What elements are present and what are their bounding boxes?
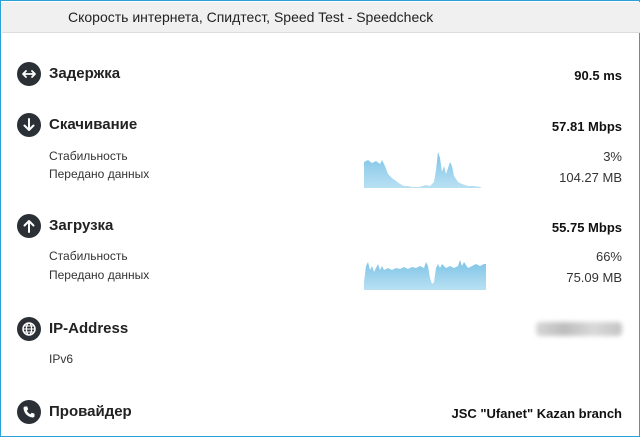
- globe-icon: [17, 317, 41, 341]
- upload-stability-value: 66%: [595, 249, 622, 264]
- provider-value: JSC "Ufanet" Kazan branch: [451, 406, 622, 421]
- download-speed-graph: [364, 152, 482, 188]
- download-transferred-value: 104.27 MB: [559, 170, 622, 185]
- arrow-down-icon: [17, 113, 41, 137]
- window-frame: Скорость интернета, Спидтест, Speed Test…: [0, 0, 640, 437]
- upload-value: 55.75 Mbps: [551, 220, 622, 235]
- download-label: Скачивание: [49, 116, 138, 133]
- download-transferred-label: Передано данных: [49, 167, 150, 181]
- title-bar: Скорость интернета, Спидтест, Speed Test…: [2, 2, 640, 33]
- window-title: Скорость интернета, Спидтест, Speed Test…: [68, 9, 434, 25]
- download-value: 57.81 Mbps: [551, 119, 622, 134]
- phone-icon: [17, 400, 41, 424]
- provider-label: Провайдер: [49, 403, 132, 420]
- ip-value-redacted: [536, 322, 622, 336]
- results-panel: Задержка 90.5 ms Скачивание 57.81 Mbps С…: [2, 34, 640, 437]
- upload-label: Загрузка: [49, 217, 114, 234]
- upload-transferred-label: Передано данных: [49, 268, 150, 282]
- arrow-up-icon: [17, 214, 41, 238]
- download-stability-value: 3%: [603, 149, 622, 164]
- ip-label: IP-Address: [49, 320, 129, 337]
- download-stability-label: Стабильность: [49, 149, 128, 163]
- ip-version: IPv6: [49, 352, 74, 366]
- upload-transferred-value: 75.09 MB: [566, 270, 622, 285]
- latency-value: 90.5 ms: [574, 68, 622, 83]
- latency-label: Задержка: [49, 65, 121, 82]
- arrows-horizontal-icon: [17, 62, 41, 86]
- upload-stability-label: Стабильность: [49, 249, 128, 263]
- upload-speed-graph: [364, 260, 486, 290]
